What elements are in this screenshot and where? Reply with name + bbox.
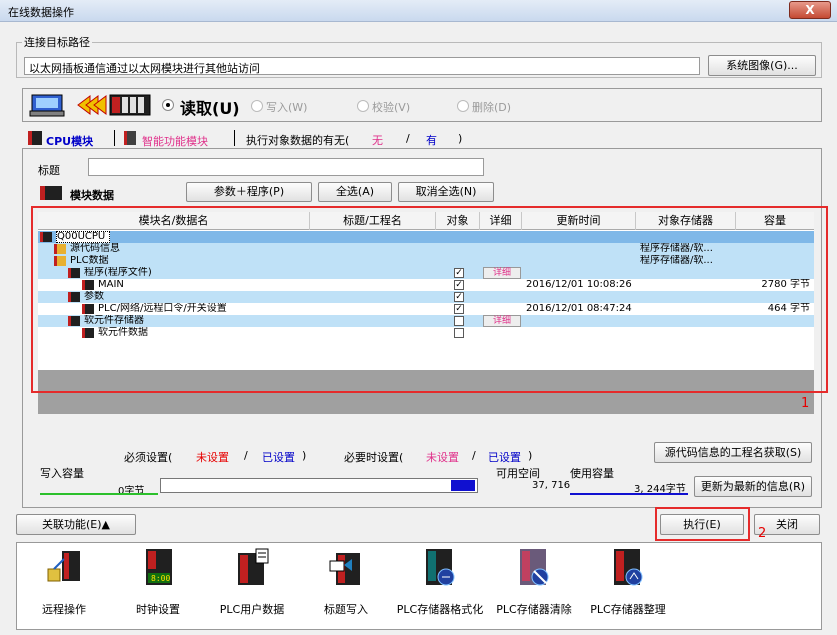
plc-memory-arrange-label: PLC存储器整理 [590,603,666,616]
clock-setting-tool[interactable]: 8:00 时钟设置 [113,547,203,617]
plc-memory-format-tool[interactable]: PLC存储器格式化 [395,547,485,617]
when-needed-slash: / [472,449,476,462]
free-space-value: 37, 716 [532,480,571,491]
write-capacity-underline [40,493,158,495]
connection-group-label: 连接目标路径 [22,34,92,50]
read-label[interactable]: 读取(U) [180,95,240,119]
remote-operation-icon [44,547,84,589]
clock-setting-label: 时钟设置 [136,603,180,616]
pc-plc-connection-icon [28,92,156,118]
verify-radio[interactable] [357,100,369,112]
title-field-label: 标题 [38,164,60,177]
write-label[interactable]: 写入(W) [266,99,307,115]
related-functions-toolbar: 远程操作 8:00 时钟设置 PLC用户数据 标题写入 PLC存储器格式化 PL… [16,542,822,630]
annotation-number-1: 1 [801,396,810,411]
write-radio[interactable] [251,100,263,112]
remote-operation-tool[interactable]: 远程操作 [19,547,109,617]
plc-memory-clear-tool[interactable]: PLC存储器清除 [489,547,579,617]
clock-setting-icon: 8:00 [138,547,178,589]
plc-memory-format-icon [420,547,460,589]
plc-user-data-icon [232,547,272,589]
select-all-button[interactable]: 全选(A) [318,182,392,202]
delete-label[interactable]: 删除(D) [472,99,511,115]
annotation-box-1 [31,206,828,393]
write-capacity-label: 写入容量 [40,467,84,480]
title-write-icon [326,547,366,589]
read-radio[interactable] [162,99,174,111]
when-needed-not-set: 未设置 [426,451,459,464]
plc-memory-format-label: PLC存储器格式化 [396,603,484,616]
intelligent-module-icon [124,131,136,145]
title-write-label: 标题写入 [324,603,368,616]
when-needed-set: 已设置 [488,451,521,464]
window-title: 在线数据操作 [8,6,74,19]
system-image-button[interactable]: 系统图像(G)... [708,55,816,76]
related-functions-button[interactable]: 关联功能(E)▲ [16,514,136,535]
tab-divider [114,130,115,146]
clock-readout: 8:00 [151,574,170,583]
remote-operation-label: 远程操作 [42,603,86,616]
refresh-info-button[interactable]: 更新为最新的信息(R) [694,476,812,497]
title-bar: 在线数据操作 X [0,0,837,22]
capacity-bar-used [451,480,475,491]
cpu-module-icon [28,131,42,145]
plc-memory-clear-icon [514,547,554,589]
presence-slash: / [406,132,410,145]
required-not-set: 未设置 [196,451,229,464]
required-slash: / [244,449,248,462]
source-project-name-button[interactable]: 源代码信息的工程名获取(S) [654,442,812,463]
connection-path-field: 以太网插板通信通过以太网模块进行其他站访问 [24,57,700,75]
title-input[interactable] [88,158,484,176]
free-space-label: 可用空间 [496,467,540,480]
plc-memory-arrange-tool[interactable]: PLC存储器整理 [583,547,673,617]
presence-exists: 有 [426,134,437,147]
presence-close-paren: ) [458,132,463,145]
presence-label: 执行对象数据的有无( [246,134,350,147]
required-set: 已设置 [262,451,295,464]
required-legend-label: 必须设置( [124,451,173,464]
window-close-button[interactable]: X [789,1,831,19]
required-close-paren: ) [302,449,307,462]
online-data-operation-window: 在线数据操作 X 连接目标路径 以太网插板通信通过以太网模块进行其他站访问 系统… [0,0,837,635]
capacity-bar [160,478,478,493]
plc-memory-clear-label: PLC存储器清除 [496,603,572,616]
title-write-tool[interactable]: 标题写入 [301,547,391,617]
verify-label[interactable]: 校验(V) [372,99,410,115]
when-needed-close-paren: ) [528,449,533,462]
tab-intelligent-module[interactable]: 智能功能模块 [142,133,208,149]
used-capacity-underline [570,493,688,495]
tab-cpu-module[interactable]: CPU模块 [46,133,93,149]
module-data-icon [40,186,62,200]
connection-path-text: 以太网插板通信通过以太网模块进行其他站访问 [29,62,260,75]
presence-none: 无 [372,134,383,147]
when-needed-legend-label: 必要时设置( [344,451,404,464]
used-capacity-label: 使用容量 [570,467,614,480]
param-program-button[interactable]: 参数＋程序(P) [186,182,312,202]
annotation-number-2: 2 [758,526,767,541]
plc-memory-arrange-icon [608,547,648,589]
deselect-all-button[interactable]: 取消全选(N) [398,182,494,202]
annotation-box-2 [655,507,750,541]
plc-user-data-tool[interactable]: PLC用户数据 [207,547,297,617]
plc-user-data-label: PLC用户数据 [219,603,285,616]
tab-divider-2 [234,130,235,146]
module-data-label: 模块数据 [70,189,114,202]
delete-radio[interactable] [457,100,469,112]
